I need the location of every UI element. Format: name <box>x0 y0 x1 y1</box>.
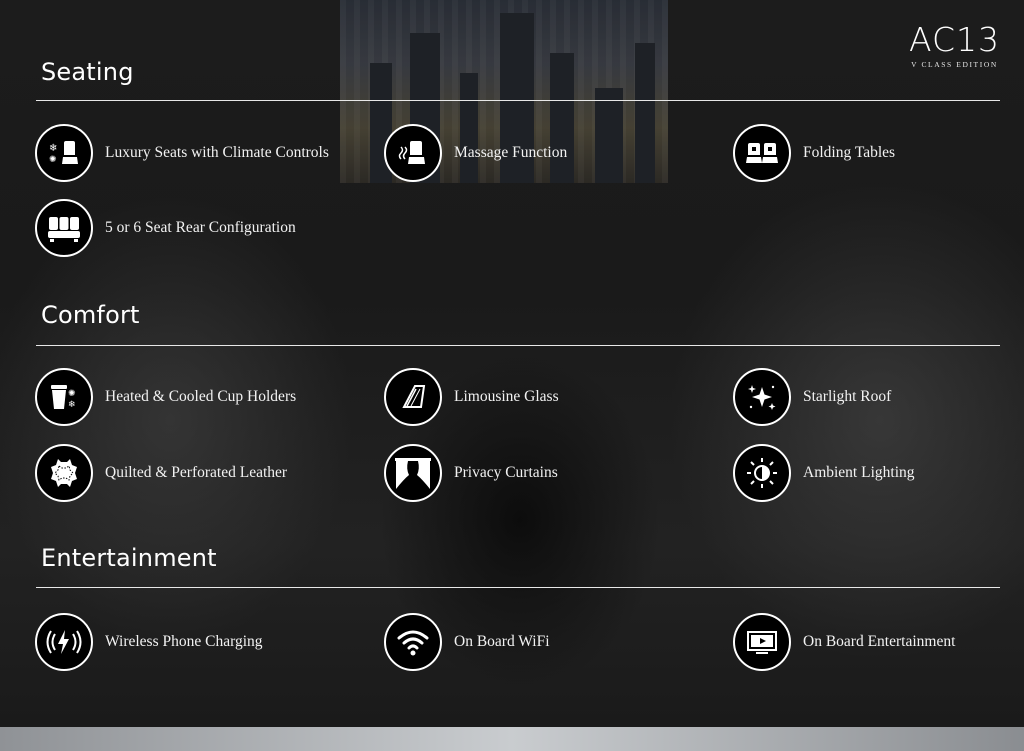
feature-label: Massage Function <box>454 144 568 161</box>
curtains-icon <box>384 444 442 502</box>
feature-label: On Board Entertainment <box>803 633 956 650</box>
sparkle-stars-icon <box>733 368 791 426</box>
feature-massage: Massage Function <box>384 124 567 182</box>
feature-cup-holders: ✺ ❄ Heated & Cooled Cup Holders <box>35 368 296 426</box>
feature-wifi: On Board WiFi <box>384 613 550 671</box>
bottom-bar <box>0 727 1024 751</box>
svg-text:✺: ✺ <box>49 154 57 164</box>
cup-holder-icon: ✺ ❄ <box>35 368 93 426</box>
feature-label: Limousine Glass <box>454 388 559 405</box>
svg-text:❄: ❄ <box>49 143 57 154</box>
ambient-light-icon <box>733 444 791 502</box>
feature-label: Folding Tables <box>803 144 896 161</box>
feature-label: 5 or 6 Seat Rear Configuration <box>105 219 296 236</box>
svg-text:✺: ✺ <box>68 388 76 398</box>
feature-limousine-glass: Limousine Glass <box>384 368 559 426</box>
feature-ambient-lighting: Ambient Lighting <box>733 444 915 502</box>
logo-sub-text: V CLASS EDITION <box>911 60 998 69</box>
feature-label: On Board WiFi <box>454 633 550 650</box>
section-divider <box>36 345 1000 346</box>
screen-play-icon <box>733 613 791 671</box>
massage-seat-icon <box>384 124 442 182</box>
section-title-seating: Seating <box>41 58 134 86</box>
feature-entertainment: On Board Entertainment <box>733 613 955 671</box>
feature-label: Quilted & Perforated Leather <box>105 464 288 481</box>
feature-luxury-seats: ❄ ✺ Luxury Seats with Climate Controls <box>35 124 329 182</box>
svg-text:❄: ❄ <box>68 399 76 409</box>
section-title-entertainment: Entertainment <box>41 544 217 572</box>
section-divider <box>36 100 1000 101</box>
feature-label: Privacy Curtains <box>454 464 558 481</box>
feature-label: Luxury Seats with Climate Controls <box>105 144 329 161</box>
climate-seat-icon: ❄ ✺ <box>35 124 93 182</box>
tinted-glass-icon <box>384 368 442 426</box>
folding-table-seats-icon <box>733 124 791 182</box>
section-divider <box>36 587 1000 588</box>
feature-label: Ambient Lighting <box>803 464 915 481</box>
brand-logo: AC13 V CLASS EDITION <box>908 20 1000 70</box>
leather-hide-icon <box>35 444 93 502</box>
feature-starlight-roof: Starlight Roof <box>733 368 891 426</box>
logo-main-text: AC13 <box>908 20 1000 59</box>
feature-leather: Quilted & Perforated Leather <box>35 444 287 502</box>
seat-configuration-icon <box>35 199 93 257</box>
wireless-charging-icon <box>35 613 93 671</box>
feature-label: Wireless Phone Charging <box>105 633 263 650</box>
feature-seat-config: 5 or 6 Seat Rear Configuration <box>35 199 296 257</box>
feature-label: Heated & Cooled Cup Holders <box>105 388 297 405</box>
feature-label: Starlight Roof <box>803 388 892 405</box>
feature-wireless-charging: Wireless Phone Charging <box>35 613 263 671</box>
wifi-icon <box>384 613 442 671</box>
section-title-comfort: Comfort <box>41 301 140 329</box>
feature-privacy-curtains: Privacy Curtains <box>384 444 558 502</box>
feature-folding-tables: Folding Tables <box>733 124 895 182</box>
